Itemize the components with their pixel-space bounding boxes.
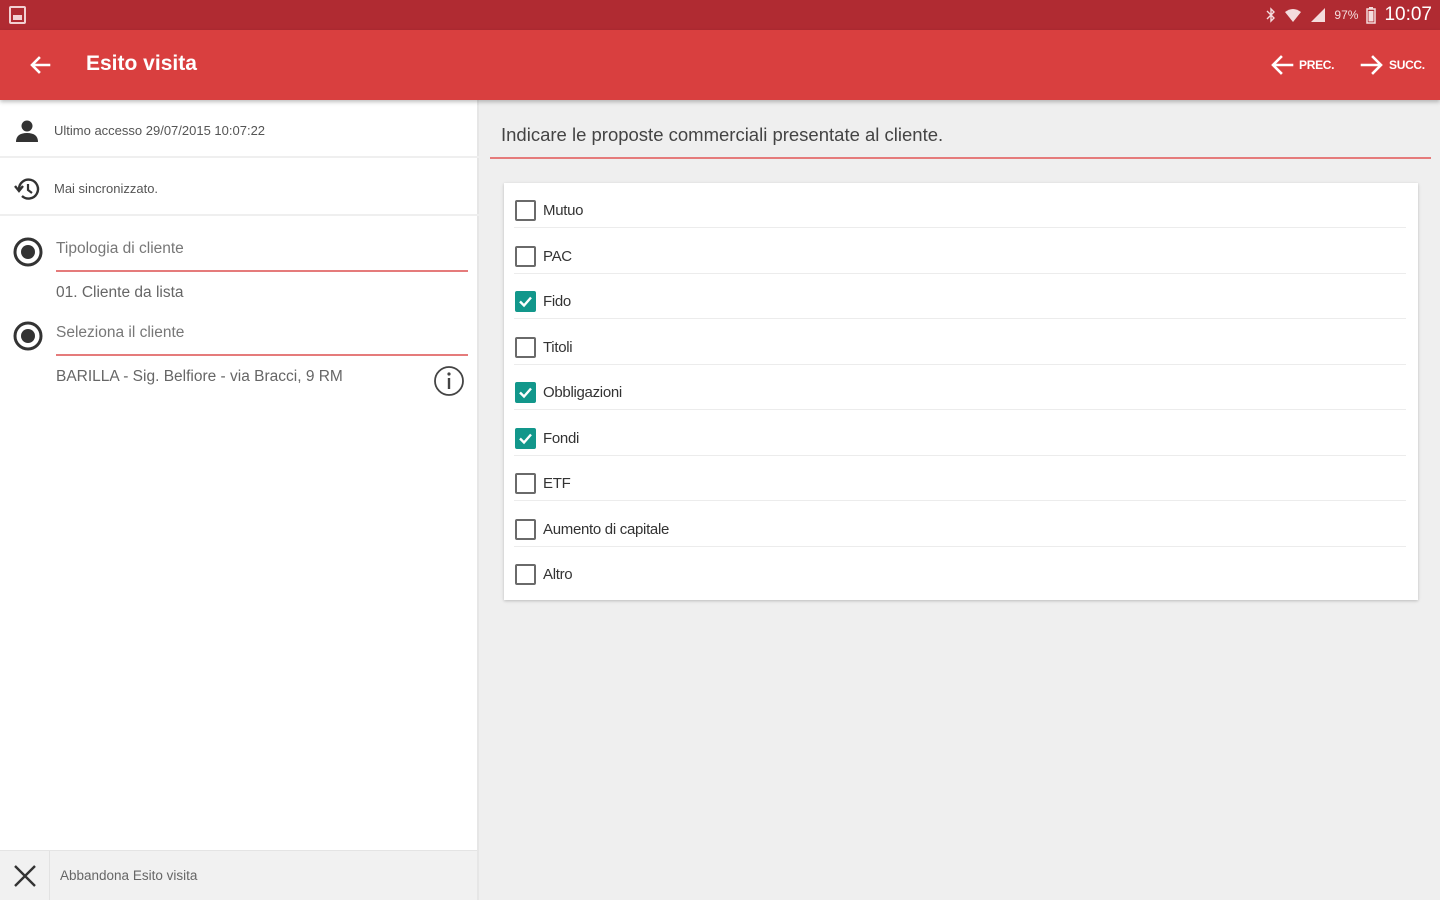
checkbox-checked[interactable] (515, 382, 536, 403)
prev-button[interactable]: PREC. (1268, 50, 1334, 80)
sync-row: Mai sincronizzato. (0, 160, 479, 216)
arrow-back-icon (30, 56, 51, 74)
option-row[interactable]: Mutuo (504, 183, 1418, 228)
prompt-underline (490, 157, 1431, 159)
history-icon (14, 178, 40, 200)
option-label: Obbligazioni (543, 384, 622, 401)
options-card: Mutuo PAC Fido Titoli Obbligazioni Fondi ETF Au… (504, 183, 1418, 600)
option-row[interactable]: Fido (504, 274, 1418, 319)
last-access-text: Ultimo accesso 29/07/2015 10:07:22 (54, 123, 266, 138)
client-type-label: Tipologia di cliente (56, 240, 184, 257)
left-panel: Ultimo accesso 29/07/2015 10:07:22 Mai s… (0, 100, 479, 900)
option-row[interactable]: Altro (504, 547, 1418, 592)
option-label: Mutuo (543, 202, 584, 219)
person-icon (16, 120, 38, 142)
option-label: ETF (543, 475, 571, 492)
checkbox-unchecked[interactable] (515, 200, 536, 221)
next-button[interactable]: SUCC. (1358, 50, 1425, 80)
battery-percent: 97% (1334, 8, 1359, 22)
radio-selected-icon[interactable] (12, 320, 44, 352)
close-icon (14, 865, 36, 887)
back-button[interactable] (24, 50, 56, 80)
option-row[interactable]: PAC (504, 229, 1418, 274)
app-notification-icon (9, 6, 26, 24)
option-row[interactable]: Aumento di capitale (504, 502, 1418, 547)
checkbox-unchecked[interactable] (515, 564, 536, 585)
signal-icon (1311, 8, 1326, 22)
select-client-underline (56, 354, 468, 356)
checkbox-unchecked[interactable] (515, 473, 536, 494)
client-type-value[interactable]: 01. Cliente da lista (56, 284, 184, 302)
battery-icon (1366, 7, 1377, 24)
check-icon (519, 433, 532, 444)
option-row[interactable]: Obbligazioni (504, 365, 1418, 410)
page-title: Esito visita (86, 52, 197, 75)
bluetooth-icon (1266, 7, 1276, 23)
option-row[interactable]: Fondi (504, 411, 1418, 456)
select-client-label: Seleziona il cliente (56, 324, 185, 341)
option-label: Fondi (543, 429, 580, 447)
option-row[interactable]: ETF (504, 456, 1418, 501)
status-icons: 97% 10:07 (1266, 0, 1432, 30)
wifi-icon (1285, 9, 1302, 22)
arrow-right-icon (1360, 55, 1383, 75)
app-bar: Esito visita PREC. SUCC. (0, 30, 1440, 100)
clock: 10:07 (1384, 4, 1432, 25)
prev-label: PREC. (1299, 58, 1335, 72)
option-label: Titoli (543, 338, 573, 356)
radio-selected-icon[interactable] (12, 236, 44, 268)
sync-status-text: Mai sincronizzato. (54, 181, 159, 196)
option-label: PAC (543, 247, 572, 265)
checkbox-unchecked[interactable] (515, 245, 536, 267)
abandon-label[interactable]: Abbandona Esito visita (60, 868, 197, 883)
option-label: Fido (543, 293, 571, 310)
checkbox-checked[interactable] (515, 291, 536, 312)
prompt-text: Indicare le proposte commerciali present… (501, 124, 944, 145)
check-icon (519, 296, 532, 308)
checkbox-unchecked[interactable] (515, 336, 536, 358)
client-type-underline (56, 270, 468, 272)
option-label: Aumento di capitale (543, 520, 670, 538)
option-row[interactable]: Titoli (504, 320, 1418, 365)
arrow-left-icon (1271, 55, 1294, 75)
abandon-button[interactable] (0, 851, 50, 900)
status-bar: 97% 10:07 (0, 0, 1440, 30)
info-icon[interactable] (433, 365, 465, 397)
next-label: SUCC. (1389, 58, 1425, 72)
checkbox-unchecked[interactable] (515, 518, 536, 540)
last-access-row: Ultimo accesso 29/07/2015 10:07:22 (0, 102, 479, 158)
select-client-value[interactable]: BARILLA - Sig. Belfiore - via Bracci, 9 … (56, 368, 343, 386)
option-label: Altro (543, 566, 573, 583)
checkbox-checked[interactable] (515, 427, 536, 449)
check-icon (519, 387, 532, 399)
abandon-bar: Abbandona Esito visita (0, 850, 477, 900)
